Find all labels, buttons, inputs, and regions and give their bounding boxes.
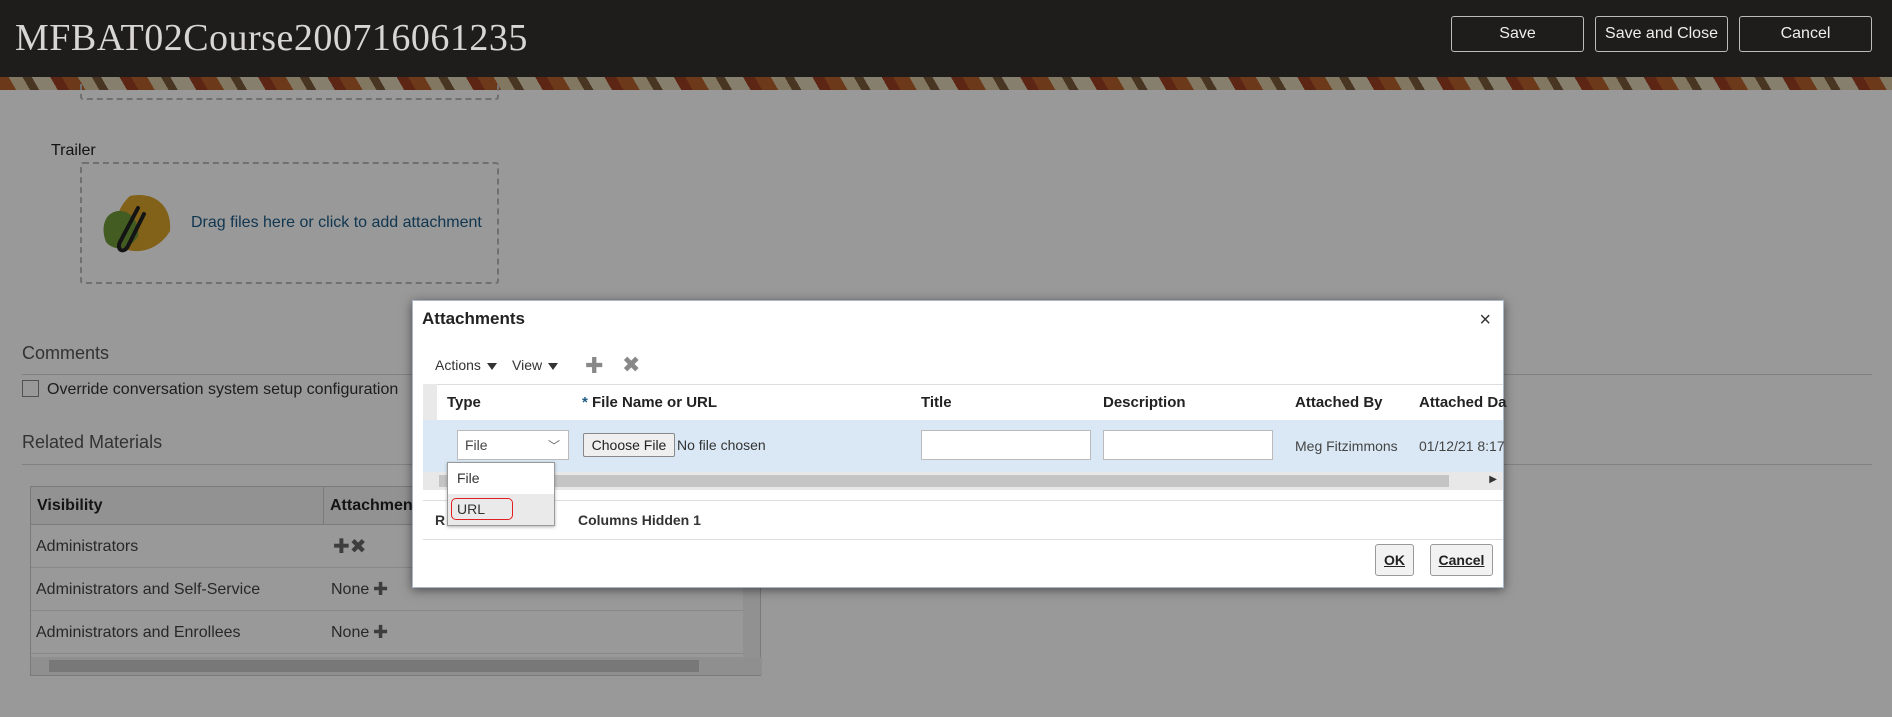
app-header: MFBAT02Course200716061235 Save Save and … (0, 0, 1892, 77)
file-name-header-label: File Name or URL (592, 394, 718, 411)
dropdown-option-file[interactable]: File (448, 463, 554, 494)
view-label: View (512, 357, 543, 373)
title-input[interactable] (921, 430, 1091, 460)
attached-date-value: 01/12/21 8:17 (1419, 438, 1505, 454)
required-marker: * (582, 394, 588, 411)
grid-horizontal-scrollbar[interactable]: ▶ (423, 472, 1503, 490)
table-row[interactable]: File ﹀ Choose File No file chosen Meg Fi… (423, 420, 1505, 472)
ok-button[interactable]: OK (1375, 544, 1414, 576)
no-file-text: No file chosen (677, 437, 766, 453)
attachments-dialog: Attachments × Actions View ✚ ✖ Type * Fi… (412, 300, 1507, 588)
attachments-grid: Type * File Name or URL Title Descriptio… (423, 384, 1507, 494)
column-header-title[interactable]: Title (921, 394, 952, 411)
type-select-value: File (465, 437, 488, 453)
actions-label: Actions (435, 357, 481, 373)
dialog-cancel-button[interactable]: Cancel (1430, 544, 1493, 576)
close-icon[interactable]: × (1479, 309, 1491, 332)
type-dropdown-list: File URL (447, 462, 555, 526)
save-button[interactable]: Save (1451, 16, 1584, 52)
rows-label: R (435, 512, 446, 528)
dialog-title: Attachments (422, 309, 525, 328)
grid-status-bar: R Columns Hidden 1 (423, 500, 1503, 540)
description-input[interactable] (1103, 430, 1273, 460)
columns-hidden-label: Columns Hidden 1 (578, 512, 701, 528)
dropdown-arrow-icon (548, 362, 559, 370)
column-header-description[interactable]: Description (1103, 394, 1186, 411)
choose-file-button[interactable]: Choose File (583, 433, 675, 457)
column-header-attached-date[interactable]: Attached Da (1419, 394, 1507, 411)
view-menu[interactable]: View (512, 357, 559, 373)
add-icon[interactable]: ✚ (585, 353, 603, 379)
type-select[interactable]: File ﹀ (457, 430, 569, 460)
cancel-button[interactable]: Cancel (1739, 16, 1872, 52)
scrollbar-thumb[interactable] (439, 475, 1449, 487)
attached-by-value: Meg Fitzimmons (1295, 438, 1398, 454)
delete-icon[interactable]: ✖ (622, 352, 640, 378)
column-header-attached-by[interactable]: Attached By (1295, 394, 1383, 411)
grid-top-border (423, 384, 1503, 385)
column-header-file-name[interactable]: * File Name or URL (582, 394, 717, 411)
column-header-type[interactable]: Type (447, 394, 481, 411)
actions-menu[interactable]: Actions (435, 357, 497, 373)
highlight-annotation (451, 498, 513, 520)
dropdown-option-url[interactable]: URL (448, 494, 554, 525)
page-title: MFBAT02Course200716061235 (15, 17, 528, 59)
chevron-down-icon: ﹀ (547, 439, 560, 453)
scroll-right-icon[interactable]: ▶ (1489, 474, 1497, 485)
save-and-close-button[interactable]: Save and Close (1595, 16, 1728, 52)
dropdown-arrow-icon (486, 362, 497, 370)
